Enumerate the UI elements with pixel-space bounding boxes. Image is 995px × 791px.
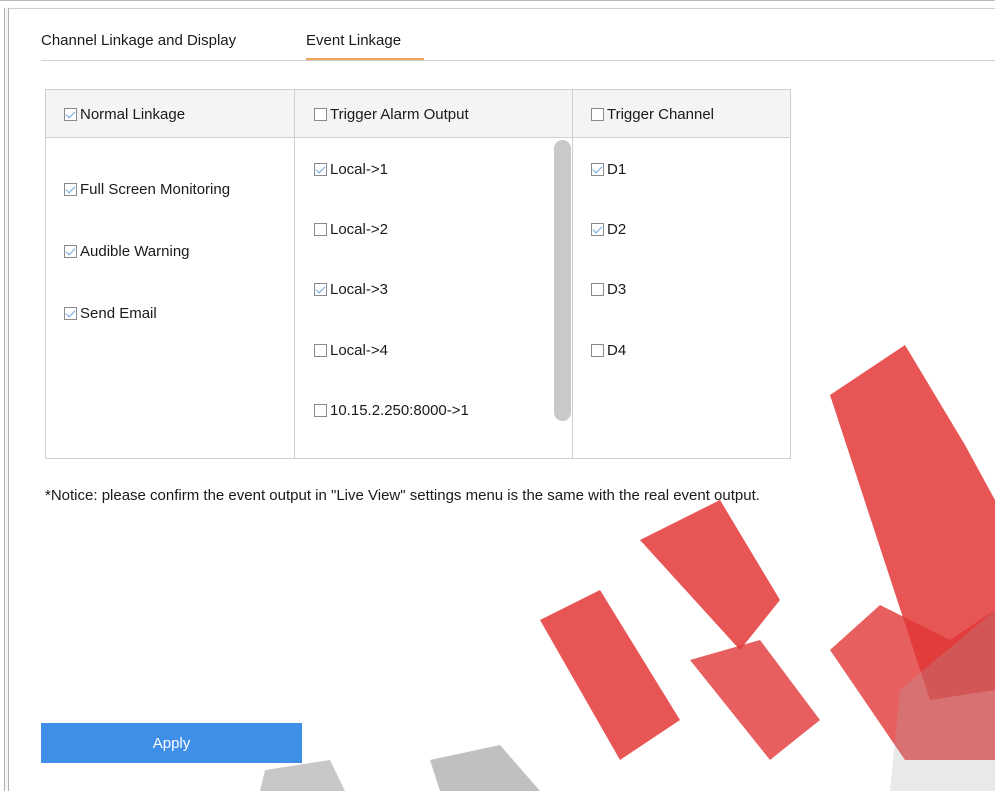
- checkbox-icon: [64, 307, 77, 320]
- checkbox-icon: [64, 183, 77, 196]
- channel-item[interactable]: D4: [591, 342, 626, 359]
- checkbox-icon: [314, 344, 327, 357]
- tab-event-linkage[interactable]: Event Linkage: [306, 22, 401, 60]
- apply-button[interactable]: Apply: [41, 723, 302, 763]
- checkbox-icon: [591, 344, 604, 357]
- normal-linkage-header-checkbox[interactable]: Normal Linkage: [64, 106, 185, 123]
- audible-warning-label: Audible Warning: [80, 243, 190, 260]
- checkbox-icon: [314, 223, 327, 236]
- send-email-checkbox[interactable]: Send Email: [64, 305, 157, 322]
- send-email-label: Send Email: [80, 305, 157, 322]
- alarm-output-item[interactable]: Local->2: [314, 221, 388, 238]
- alarm-output-label: Local->4: [330, 342, 388, 359]
- window-frame-top: [0, 0, 995, 8]
- checkbox-icon: [591, 223, 604, 236]
- linkage-table: Normal Linkage Trigger Alarm Output Trig…: [45, 89, 791, 459]
- channel-label: D3: [607, 281, 627, 298]
- full-screen-monitoring-label: Full Screen Monitoring: [80, 181, 231, 198]
- alarm-output-item[interactable]: Local->1: [314, 161, 388, 178]
- column-divider: [294, 90, 295, 458]
- checkbox-icon: [314, 108, 327, 121]
- trigger-channel-header-checkbox[interactable]: Trigger Channel: [591, 106, 714, 123]
- audible-warning-checkbox[interactable]: Audible Warning: [64, 243, 190, 260]
- checkbox-icon: [591, 163, 604, 176]
- alarm-output-label: Local->1: [330, 161, 388, 178]
- checkbox-icon: [314, 163, 327, 176]
- channel-label: D4: [607, 342, 627, 359]
- tab-divider: [41, 60, 995, 61]
- alarm-output-item[interactable]: Local->4: [314, 342, 388, 359]
- tab-channel-linkage-display[interactable]: Channel Linkage and Display: [41, 22, 236, 60]
- alarm-output-label: 10.15.2.250:8000->1: [330, 402, 469, 419]
- trigger-channel-header-label: Trigger Channel: [607, 106, 714, 123]
- trigger-alarm-output-header-label: Trigger Alarm Output: [330, 106, 469, 123]
- frame-divider: [9, 8, 995, 9]
- column-divider: [572, 90, 573, 458]
- channel-item[interactable]: D2: [591, 221, 626, 238]
- alarm-output-item[interactable]: Local->3: [314, 281, 388, 298]
- checkbox-icon: [64, 108, 77, 121]
- alarm-output-label: Local->3: [330, 281, 388, 298]
- window-frame-left: [4, 8, 9, 791]
- alarm-output-label: Local->2: [330, 221, 388, 238]
- checkbox-icon: [314, 283, 327, 296]
- normal-linkage-header-label: Normal Linkage: [80, 106, 186, 123]
- checkbox-icon: [591, 283, 604, 296]
- trigger-alarm-output-header-checkbox[interactable]: Trigger Alarm Output: [314, 106, 469, 123]
- channel-label: D1: [607, 161, 627, 178]
- alarm-output-scrollbar[interactable]: [554, 140, 571, 421]
- notice-text: *Notice: please confirm the event output…: [45, 487, 760, 504]
- checkbox-icon: [64, 245, 77, 258]
- checkbox-icon: [314, 404, 327, 417]
- channel-label: D2: [607, 221, 627, 238]
- channel-item[interactable]: D1: [591, 161, 626, 178]
- checkbox-icon: [591, 108, 604, 121]
- channel-item[interactable]: D3: [591, 281, 626, 298]
- full-screen-monitoring-checkbox[interactable]: Full Screen Monitoring: [64, 181, 230, 198]
- alarm-output-item[interactable]: 10.15.2.250:8000->1: [314, 402, 469, 419]
